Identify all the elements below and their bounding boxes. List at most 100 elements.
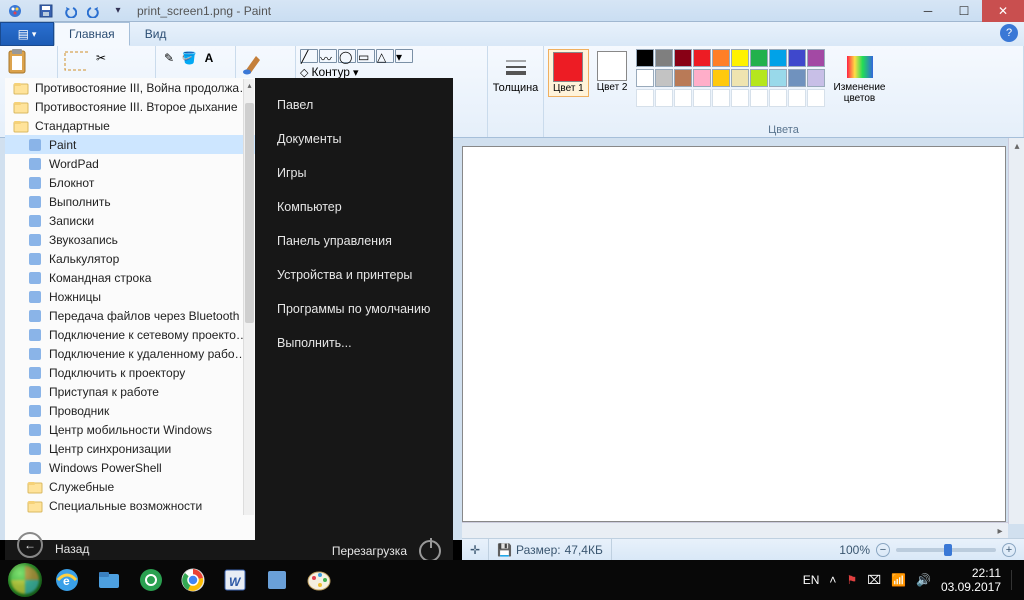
canvas[interactable] xyxy=(462,146,1006,522)
start-menu-place[interactable]: Документы xyxy=(263,124,445,154)
start-menu-item[interactable]: Передача файлов через Bluetooth xyxy=(5,306,255,325)
color-swatch[interactable] xyxy=(693,49,711,67)
thickness-button[interactable]: Толщина xyxy=(492,49,539,115)
redo-icon[interactable] xyxy=(86,3,102,19)
close-button[interactable]: ✕ xyxy=(982,0,1024,22)
color2-button[interactable]: Цвет 2 xyxy=(593,49,632,95)
color-swatch-empty[interactable] xyxy=(636,89,654,107)
start-menu-item[interactable]: Центр мобильности Windows xyxy=(5,420,255,439)
start-menu-item[interactable]: Служебные xyxy=(5,477,255,496)
start-menu-place[interactable]: Программы по умолчанию xyxy=(263,294,445,324)
show-desktop[interactable] xyxy=(1011,570,1012,590)
start-menu-item[interactable]: Блокнот xyxy=(5,173,255,192)
color-swatch-empty[interactable] xyxy=(693,89,711,107)
color-swatch[interactable] xyxy=(750,49,768,67)
brush-icon[interactable] xyxy=(240,49,266,75)
edit-colors-button[interactable]: Изменение цветов xyxy=(829,49,891,115)
select-icon[interactable] xyxy=(62,49,88,75)
start-menu-scrollbar[interactable]: ▴ xyxy=(243,79,254,515)
horizontal-scrollbar[interactable]: ▸ xyxy=(462,522,1008,538)
outline-dropdown[interactable]: ◇ Контур ▾ xyxy=(300,65,359,79)
start-menu-place[interactable]: Игры xyxy=(263,158,445,188)
start-menu-item[interactable]: Paint xyxy=(5,135,255,154)
zoom-slider[interactable] xyxy=(896,548,996,552)
color-swatch-empty[interactable] xyxy=(674,89,692,107)
help-icon[interactable]: ? xyxy=(1000,24,1018,42)
color-swatch[interactable] xyxy=(655,69,673,87)
tray-volume-icon[interactable]: 🔊 xyxy=(916,573,931,587)
minimize-button[interactable]: ─ xyxy=(910,0,946,22)
tray-clock[interactable]: 22:11 03.09.2017 xyxy=(941,566,1001,595)
start-menu-place[interactable]: Компьютер xyxy=(263,192,445,222)
color-swatch[interactable] xyxy=(769,49,787,67)
color-swatch[interactable] xyxy=(731,69,749,87)
color-swatch[interactable] xyxy=(788,69,806,87)
start-menu-item[interactable]: Калькулятор xyxy=(5,249,255,268)
zoom-out-button[interactable]: − xyxy=(876,543,890,557)
lang-indicator[interactable]: EN xyxy=(803,573,820,587)
taskbar-paint-icon[interactable] xyxy=(298,560,340,600)
start-menu-item[interactable]: Центр синхронизации xyxy=(5,439,255,458)
start-menu-item[interactable]: Выполнить xyxy=(5,192,255,211)
taskbar-app2-icon[interactable] xyxy=(256,560,298,600)
color-swatch-empty[interactable] xyxy=(788,89,806,107)
text-icon[interactable]: A xyxy=(200,49,218,67)
tray-flag-icon[interactable]: ⚑ xyxy=(846,573,857,587)
color-swatch-empty[interactable] xyxy=(731,89,749,107)
start-menu-item[interactable]: Приступая к работе xyxy=(5,382,255,401)
shape-rect[interactable]: ▭ xyxy=(357,49,375,63)
start-menu-item[interactable]: Противостояние III. Второе дыхание xyxy=(5,97,255,116)
start-menu-item[interactable]: Командная строка xyxy=(5,268,255,287)
color-swatch[interactable] xyxy=(807,69,825,87)
color-swatch[interactable] xyxy=(693,69,711,87)
color-swatch[interactable] xyxy=(636,69,654,87)
crop-icon[interactable]: ✂ xyxy=(92,49,110,67)
fill-tool-icon[interactable]: 🪣 xyxy=(180,49,198,67)
start-menu-place[interactable]: Павел xyxy=(263,90,445,120)
color-swatch[interactable] xyxy=(712,49,730,67)
vertical-scrollbar[interactable]: ▴ xyxy=(1008,138,1024,524)
start-menu-item[interactable]: Подключить к проектору xyxy=(5,363,255,382)
tab-view[interactable]: Вид xyxy=(130,22,182,46)
taskbar-chrome-icon[interactable] xyxy=(172,560,214,600)
save-icon[interactable] xyxy=(38,3,54,19)
tray-chevron-icon[interactable]: ˄ xyxy=(829,573,836,587)
maximize-button[interactable]: ☐ xyxy=(946,0,982,22)
color-swatch[interactable] xyxy=(655,49,673,67)
color-swatch-empty[interactable] xyxy=(807,89,825,107)
file-tab[interactable]: ▤▾ xyxy=(0,22,54,46)
qat-dropdown-icon[interactable]: ▾ xyxy=(110,3,126,19)
color-swatch[interactable] xyxy=(674,49,692,67)
start-menu-item[interactable]: Подключение к удаленному рабо… xyxy=(5,344,255,363)
start-menu-item[interactable]: Windows PowerShell xyxy=(5,458,255,477)
taskbar-explorer-icon[interactable] xyxy=(88,560,130,600)
pencil-icon[interactable]: ✎ xyxy=(160,49,178,67)
start-menu-item[interactable]: WordPad xyxy=(5,154,255,173)
tab-main[interactable]: Главная xyxy=(54,22,130,46)
reboot-button[interactable]: Перезагрузка xyxy=(332,540,441,562)
start-menu-item[interactable]: Стандартные xyxy=(5,116,255,135)
shape-curve[interactable]: 〰 xyxy=(319,49,337,63)
color1-button[interactable]: Цвет 1 xyxy=(548,49,589,97)
taskbar-word-icon[interactable]: W xyxy=(214,560,256,600)
color-swatch[interactable] xyxy=(750,69,768,87)
color-swatch-empty[interactable] xyxy=(769,89,787,107)
start-menu-item[interactable]: Звукозапись xyxy=(5,230,255,249)
start-menu-item[interactable]: Записки xyxy=(5,211,255,230)
color-swatch[interactable] xyxy=(636,49,654,67)
undo-icon[interactable] xyxy=(62,3,78,19)
color-swatch-empty[interactable] xyxy=(712,89,730,107)
tray-battery-icon[interactable]: ⌧ xyxy=(867,573,881,587)
shape-tri[interactable]: △ xyxy=(376,49,394,63)
start-menu-item[interactable]: Подключение к сетевому проекто… xyxy=(5,325,255,344)
shape-oval[interactable]: ◯ xyxy=(338,49,356,63)
color-swatch[interactable] xyxy=(712,69,730,87)
start-menu-item[interactable]: Ножницы xyxy=(5,287,255,306)
color-swatch[interactable] xyxy=(674,69,692,87)
zoom-in-button[interactable]: + xyxy=(1002,543,1016,557)
paste-icon[interactable] xyxy=(4,49,30,75)
start-menu-place[interactable]: Панель управления xyxy=(263,226,445,256)
taskbar-app1-icon[interactable] xyxy=(130,560,172,600)
start-menu-place[interactable]: Выполнить... xyxy=(263,328,445,358)
color-swatch[interactable] xyxy=(807,49,825,67)
